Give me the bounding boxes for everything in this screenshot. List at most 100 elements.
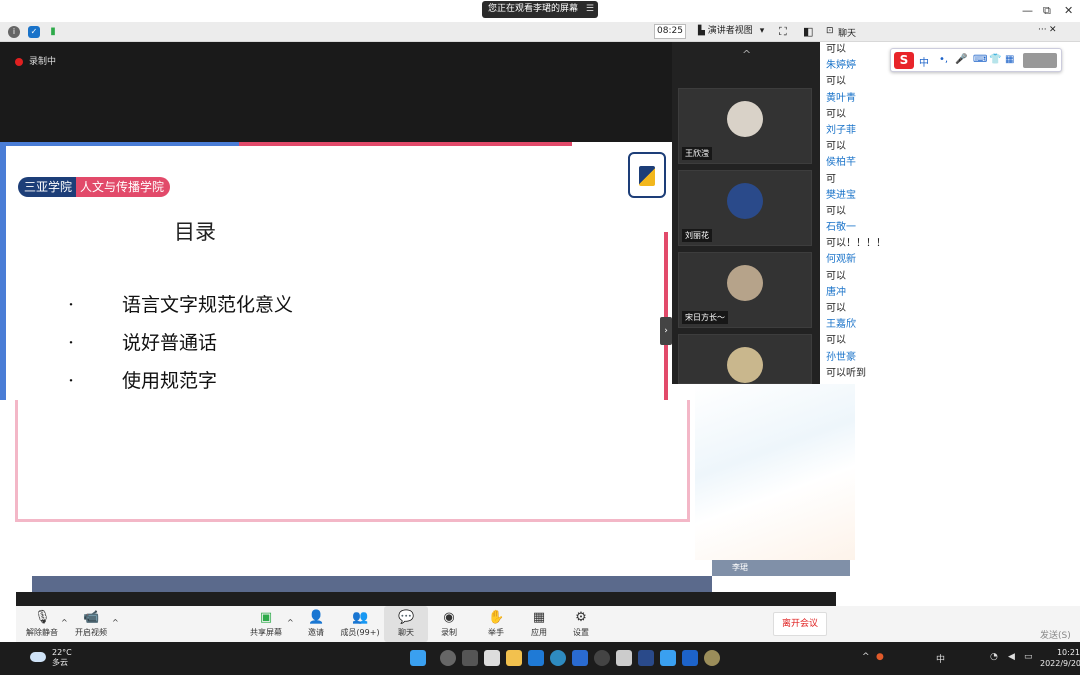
minimize-button[interactable]: — xyxy=(1022,4,1033,17)
recording-indicator: 录制中 xyxy=(15,54,56,67)
mic-off-icon: 🎙 xyxy=(34,610,51,625)
app-icon[interactable] xyxy=(704,650,720,666)
mute-options-caret[interactable]: ^ xyxy=(61,618,68,627)
chat-sender-name: 孙世豪 xyxy=(826,351,856,363)
bullet-text: 语言文字规范化意义 xyxy=(122,294,294,316)
start-icon[interactable] xyxy=(410,650,426,666)
battery-icon[interactable]: ▭ xyxy=(1024,652,1033,662)
apps-icon: ▦ xyxy=(532,610,546,625)
collapse-panel-button[interactable]: › xyxy=(660,317,672,345)
participant-tile[interactable]: 王欣滢 xyxy=(678,88,812,164)
video-button[interactable]: 📹 开启视频 xyxy=(69,606,113,642)
settings-button[interactable]: ⚙ 设置 xyxy=(559,606,603,642)
chat-sender-name: 樊进宝 xyxy=(826,189,856,201)
app-icon[interactable] xyxy=(638,650,654,666)
chat-button[interactable]: 💬 聊天 xyxy=(384,606,428,642)
invite-icon: 👤 xyxy=(308,610,325,625)
ime-toolbar[interactable]: S 中 •, 🎤 ⌨ 👕 ▦ xyxy=(890,48,1062,72)
participants-panel: ^ 王欣滢 刘丽花 宋日方长～ xyxy=(672,42,820,384)
meeting-app-icon[interactable] xyxy=(660,650,676,666)
search-icon[interactable] xyxy=(440,650,456,666)
weather-widget[interactable]: 22°C 多云 xyxy=(30,648,72,668)
participant-tile[interactable]: 刘丽花 xyxy=(678,170,812,246)
scroll-up-button[interactable]: ^ xyxy=(742,48,751,61)
wifi-icon[interactable]: ◔ xyxy=(990,652,998,662)
send-button[interactable]: 发送(S) xyxy=(1040,628,1071,641)
bullet-text: 说好普通话 xyxy=(122,332,218,354)
raise-hand-label: 举手 xyxy=(488,628,504,637)
shield-icon[interactable]: ✓ xyxy=(28,26,40,38)
record-button[interactable]: ◉ 录制 xyxy=(427,606,471,642)
fullscreen-icon[interactable]: ⛶ xyxy=(779,25,787,39)
signal-icon[interactable]: ▮ xyxy=(47,26,59,38)
taskbar-clock[interactable]: 10:21 2022/9/20 xyxy=(1040,647,1080,669)
chat-close-button[interactable]: ✕ xyxy=(1049,25,1057,35)
edge-icon[interactable] xyxy=(550,650,566,666)
chevron-down-icon[interactable]: ⌄ xyxy=(755,582,763,593)
chat-more-button[interactable]: ··· xyxy=(1038,25,1047,35)
share-screen-label: 共享屏幕 xyxy=(250,628,282,637)
app-icon[interactable] xyxy=(572,650,588,666)
raise-hand-icon: ✋ xyxy=(488,610,505,625)
chat-sender-name: 侯柏芊 xyxy=(826,157,856,169)
bullet-glyph: · xyxy=(68,332,75,354)
app-icon[interactable] xyxy=(616,650,632,666)
chat-message-text: 可 xyxy=(826,173,836,185)
task-view-icon[interactable] xyxy=(462,650,478,666)
chat-message-text: 可以 xyxy=(826,303,846,314)
restore-button[interactable]: ⧉ xyxy=(1043,4,1051,18)
slide-title: 目录 xyxy=(174,220,216,244)
bullet-glyph: · xyxy=(68,370,75,392)
avatar xyxy=(727,265,763,301)
participant-tile[interactable]: 宋日方长～ xyxy=(678,252,812,328)
ime-avatar xyxy=(1023,53,1057,68)
ime-punct-icon[interactable]: •, xyxy=(939,54,948,65)
members-button[interactable]: 👥 成员(99+) xyxy=(337,606,383,642)
speaker-view-button[interactable]: ▙ 演讲者视图 ▾ xyxy=(698,24,770,39)
meeting-toolbar: i ✓ ▮ 08:25 ▙ 演讲者视图 ▾ ⛶ ◧ xyxy=(0,22,820,42)
tray-ime[interactable]: 中 xyxy=(936,652,945,665)
app-icon[interactable] xyxy=(682,650,698,666)
ime-mode[interactable]: 中 xyxy=(919,54,929,69)
close-window-button[interactable]: ✕ xyxy=(1064,4,1073,17)
ime-keyboard-icon[interactable]: ⌨ xyxy=(973,54,987,65)
slide-ghost-area xyxy=(15,400,690,522)
mute-button[interactable]: 🎙 解除静音 xyxy=(20,606,64,642)
participant-tile[interactable] xyxy=(678,334,812,384)
share-screen-button[interactable]: ▣ 共享屏幕 xyxy=(244,606,288,642)
volume-icon[interactable]: ◀ xyxy=(1008,652,1015,662)
apps-label: 应用 xyxy=(531,628,547,637)
chat-message-text: 可以 xyxy=(826,335,846,347)
widgets-icon[interactable] xyxy=(484,650,500,666)
tray-app-icon[interactable]: ● xyxy=(876,652,884,662)
tray-overflow-icon[interactable]: ^ xyxy=(862,652,870,662)
menu-icon[interactable]: ☰ xyxy=(586,1,594,18)
leave-meeting-button[interactable]: 离开会议 xyxy=(773,612,827,636)
share-options-caret[interactable]: ^ xyxy=(287,618,294,627)
sharing-banner[interactable]: 您正在观看李珺的屏幕 ☰ xyxy=(482,1,598,18)
slide-bullet: · 语言文字规范化意义 xyxy=(68,290,293,317)
bullet-glyph: · xyxy=(68,294,75,316)
chat-message-text: 可以！！！！ xyxy=(826,238,886,250)
invite-button[interactable]: 👤 邀请 xyxy=(294,606,338,642)
store-icon[interactable] xyxy=(528,650,544,666)
slide-top-stripe xyxy=(6,142,672,146)
chat-popout-icon[interactable]: ⊡ xyxy=(826,26,834,36)
info-icon[interactable]: i xyxy=(8,26,20,38)
bullet-text: 使用规范字 xyxy=(122,370,218,392)
ime-mic-icon[interactable]: 🎤 xyxy=(955,54,967,65)
sidebar-toggle-icon[interactable]: ◧ xyxy=(803,25,813,38)
camera-icon: 📹 xyxy=(83,610,100,625)
apps-button[interactable]: ▦ 应用 xyxy=(517,606,561,642)
cloud-icon xyxy=(30,652,46,662)
self-name-strip: 李珺 xyxy=(712,560,850,576)
video-options-caret[interactable]: ^ xyxy=(112,618,119,627)
ime-grid-icon[interactable]: ▦ xyxy=(1005,54,1014,65)
folder-icon[interactable] xyxy=(506,650,522,666)
ime-skin-icon[interactable]: 👕 xyxy=(989,54,1001,65)
self-name: 李珺 xyxy=(732,563,748,572)
raise-hand-button[interactable]: ✋ 举手 xyxy=(474,606,518,642)
share-screen-icon: ▣ xyxy=(259,610,273,625)
presentation-slide: 三亚学院 人文与传播学院 目录 · 语言文字规范化意义 · 说好普通话 · 使用规范字 xyxy=(0,142,672,400)
app-icon[interactable] xyxy=(594,650,610,666)
